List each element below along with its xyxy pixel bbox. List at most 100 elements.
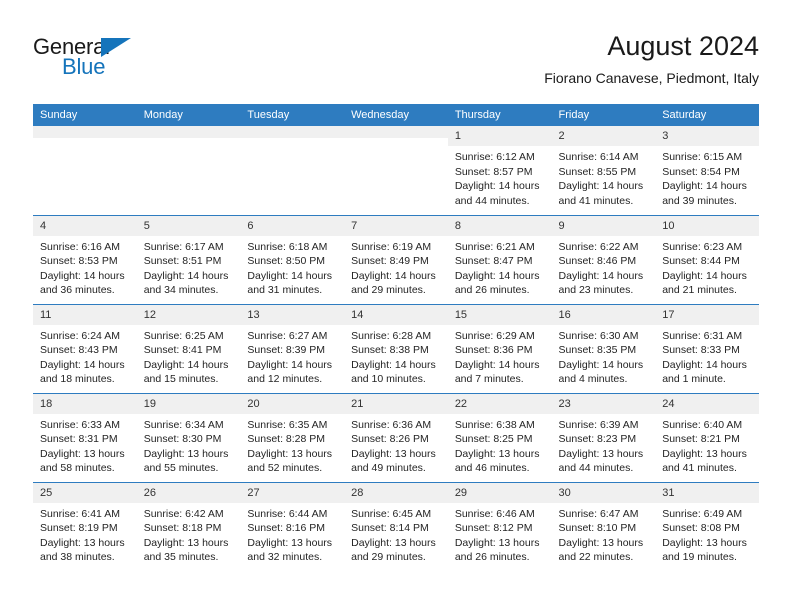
day-number: 22 xyxy=(447,393,552,414)
calendar-day-cell[interactable]: 10 Sunrise: 6:23 AM Sunset: 8:44 PM Dayligh… xyxy=(655,214,759,304)
calendar-day-cell[interactable]: 2 Sunrise: 6:14 AM Sunset: 8:55 PM Daylight… xyxy=(551,126,656,215)
brand-name-blue: Blue xyxy=(62,54,106,79)
sunset-text: Sunset: 8:25 PM xyxy=(454,433,533,445)
day-number: 20 xyxy=(240,393,345,414)
day-details xyxy=(33,138,137,142)
day-number: 9 xyxy=(551,215,656,236)
triangle-icon xyxy=(101,38,131,57)
calendar-day-cell[interactable]: 8 Sunrise: 6:21 AM Sunset: 8:47 PM Daylight… xyxy=(447,214,552,304)
day-details: Sunrise: 6:39 AM Sunset: 8:23 PM Daylight:… xyxy=(552,414,656,476)
daylight-text-line2: and 38 minutes. xyxy=(40,551,115,563)
calendar-day-cell[interactable]: 18 Sunrise: 6:33 AM Sunset: 8:31 PM Dayligh… xyxy=(33,392,137,482)
day-details: Sunrise: 6:17 AM Sunset: 8:51 PM Daylight:… xyxy=(137,236,241,298)
sunrise-text: Sunrise: 6:41 AM xyxy=(40,507,120,520)
daylight-text-line1: Daylight: 13 hours xyxy=(40,447,125,460)
calendar-day-cell[interactable]: 17 Sunrise: 6:31 AM Sunset: 8:33 PM Dayligh… xyxy=(655,303,759,393)
calendar-day-cell[interactable]: 3 Sunrise: 6:15 AM Sunset: 8:54 PM Daylight… xyxy=(655,126,759,215)
day-details: Sunrise: 6:22 AM Sunset: 8:46 PM Daylight:… xyxy=(552,236,656,298)
sunset-text: Sunset: 8:41 PM xyxy=(143,344,222,356)
calendar-week-row: 25 Sunrise: 6:41 AM Sunset: 8:19 PM Dayligh… xyxy=(33,481,759,571)
calendar-day-cell[interactable]: 13 Sunrise: 6:27 AM Sunset: 8:39 PM Dayligh… xyxy=(240,303,345,393)
daylight-text-line2: and 44 minutes. xyxy=(558,462,634,474)
sunset-text: Sunset: 8:39 PM xyxy=(247,344,326,356)
day-details: Sunrise: 6:24 AM Sunset: 8:43 PM Daylight:… xyxy=(33,325,137,387)
calendar-day-cell[interactable]: 16 Sunrise: 6:30 AM Sunset: 8:35 PM Dayligh… xyxy=(551,303,656,393)
day-details: Sunrise: 6:31 AM Sunset: 8:33 PM Daylight:… xyxy=(655,325,759,387)
sunrise-text: Sunrise: 6:29 AM xyxy=(454,329,535,342)
daylight-text-line2: and 21 minutes. xyxy=(662,284,737,296)
calendar-cell-empty xyxy=(33,126,137,215)
daylight-text-line2: and 41 minutes. xyxy=(662,462,737,474)
weekday-header-saturday: Saturday xyxy=(655,104,759,126)
sunrise-text: Sunrise: 6:36 AM xyxy=(351,418,432,431)
day-details: Sunrise: 6:18 AM Sunset: 8:50 PM Daylight:… xyxy=(240,236,344,298)
day-number: 21 xyxy=(344,393,448,414)
sunrise-text: Sunrise: 6:33 AM xyxy=(40,418,120,431)
day-number: 4 xyxy=(33,215,137,236)
calendar-day-cell[interactable]: 9 Sunrise: 6:22 AM Sunset: 8:46 PM Daylight… xyxy=(551,214,656,304)
day-number xyxy=(33,126,137,138)
sunrise-text: Sunrise: 6:27 AM xyxy=(247,329,328,342)
calendar-day-cell[interactable]: 14 Sunrise: 6:28 AM Sunset: 8:38 PM Dayligh… xyxy=(344,303,448,393)
calendar-day-cell[interactable]: 5 Sunrise: 6:17 AM Sunset: 8:51 PM Daylight… xyxy=(136,214,241,304)
day-details: Sunrise: 6:38 AM Sunset: 8:25 PM Daylight:… xyxy=(448,414,552,476)
calendar-week-row: 18 Sunrise: 6:33 AM Sunset: 8:31 PM Dayligh… xyxy=(33,392,759,482)
day-number: 11 xyxy=(33,304,137,325)
daylight-text-line2: and 34 minutes. xyxy=(143,284,219,296)
daylight-text-line2: and 35 minutes. xyxy=(143,551,219,563)
calendar-day-cell[interactable]: 23 Sunrise: 6:39 AM Sunset: 8:23 PM Dayligh… xyxy=(551,392,656,482)
calendar-day-cell[interactable]: 29 Sunrise: 6:46 AM Sunset: 8:12 PM Dayligh… xyxy=(447,481,552,571)
daylight-text-line1: Daylight: 13 hours xyxy=(558,447,644,460)
calendar-day-cell[interactable]: 25 Sunrise: 6:41 AM Sunset: 8:19 PM Dayligh… xyxy=(33,481,137,571)
sunrise-text: Sunrise: 6:30 AM xyxy=(558,329,639,342)
daylight-text-line2: and 46 minutes. xyxy=(454,462,530,474)
sunset-text: Sunset: 8:43 PM xyxy=(40,344,118,356)
calendar-day-cell[interactable]: 4 Sunrise: 6:16 AM Sunset: 8:53 PM Daylight… xyxy=(33,214,137,304)
brand-logo[interactable]: General Blue xyxy=(33,34,233,86)
sunrise-text: Sunrise: 6:16 AM xyxy=(40,240,120,253)
day-number: 12 xyxy=(136,304,241,325)
calendar-day-cell[interactable]: 26 Sunrise: 6:42 AM Sunset: 8:18 PM Dayligh… xyxy=(136,481,241,571)
daylight-text-line2: and 52 minutes. xyxy=(247,462,323,474)
calendar-day-cell[interactable]: 27 Sunrise: 6:44 AM Sunset: 8:16 PM Dayligh… xyxy=(240,481,345,571)
day-number: 2 xyxy=(551,126,656,146)
daylight-text-line2: and 58 minutes. xyxy=(40,462,115,474)
weekday-header-friday: Friday xyxy=(551,104,656,126)
calendar-header: Sunday Monday Tuesday Wednesday Thursday… xyxy=(33,104,759,126)
calendar-day-cell[interactable]: 1 Sunrise: 6:12 AM Sunset: 8:57 PM Daylight… xyxy=(447,126,552,215)
calendar-day-cell[interactable]: 22 Sunrise: 6:38 AM Sunset: 8:25 PM Dayligh… xyxy=(447,392,552,482)
calendar-day-cell[interactable]: 15 Sunrise: 6:29 AM Sunset: 8:36 PM Dayligh… xyxy=(447,303,552,393)
day-details: Sunrise: 6:40 AM Sunset: 8:21 PM Daylight:… xyxy=(655,414,759,476)
calendar-day-cell[interactable]: 7 Sunrise: 6:19 AM Sunset: 8:49 PM Daylight… xyxy=(344,214,448,304)
sunrise-text: Sunrise: 6:49 AM xyxy=(662,507,743,520)
day-details: Sunrise: 6:16 AM Sunset: 8:53 PM Daylight:… xyxy=(33,236,137,298)
calendar-day-cell[interactable]: 30 Sunrise: 6:47 AM Sunset: 8:10 PM Dayligh… xyxy=(551,481,656,571)
sunset-text: Sunset: 8:18 PM xyxy=(143,522,222,534)
calendar-day-cell[interactable]: 21 Sunrise: 6:36 AM Sunset: 8:26 PM Dayligh… xyxy=(344,392,448,482)
calendar-day-cell[interactable]: 31 Sunrise: 6:49 AM Sunset: 8:08 PM Dayligh… xyxy=(655,481,759,571)
day-details: Sunrise: 6:34 AM Sunset: 8:30 PM Daylight:… xyxy=(137,414,241,476)
daylight-text-line1: Daylight: 14 hours xyxy=(662,269,747,282)
day-number: 24 xyxy=(655,393,759,414)
day-number: 23 xyxy=(551,393,656,414)
daylight-text-line1: Daylight: 14 hours xyxy=(247,269,333,282)
sunset-text: Sunset: 8:12 PM xyxy=(454,522,533,534)
day-details: Sunrise: 6:41 AM Sunset: 8:19 PM Daylight:… xyxy=(33,503,137,565)
page-header: General Blue August 2024 Fiorano Canaves… xyxy=(33,30,759,98)
daylight-text-line1: Daylight: 14 hours xyxy=(558,358,644,371)
day-number: 17 xyxy=(655,304,759,325)
calendar-day-cell[interactable]: 20 Sunrise: 6:35 AM Sunset: 8:28 PM Dayligh… xyxy=(240,392,345,482)
sunrise-text: Sunrise: 6:45 AM xyxy=(351,507,432,520)
calendar-day-cell[interactable]: 28 Sunrise: 6:45 AM Sunset: 8:14 PM Dayligh… xyxy=(344,481,448,571)
calendar-day-cell[interactable]: 11 Sunrise: 6:24 AM Sunset: 8:43 PM Dayligh… xyxy=(33,303,137,393)
daylight-text-line1: Daylight: 14 hours xyxy=(558,269,644,282)
daylight-text-line1: Daylight: 13 hours xyxy=(143,536,229,549)
calendar-day-cell[interactable]: 24 Sunrise: 6:40 AM Sunset: 8:21 PM Dayligh… xyxy=(655,392,759,482)
daylight-text-line2: and 32 minutes. xyxy=(247,551,323,563)
sunset-text: Sunset: 8:28 PM xyxy=(247,433,326,445)
calendar-day-cell[interactable]: 12 Sunrise: 6:25 AM Sunset: 8:41 PM Dayligh… xyxy=(136,303,241,393)
daylight-text-line2: and 26 minutes. xyxy=(454,284,530,296)
daylight-text-line1: Daylight: 14 hours xyxy=(454,269,540,282)
calendar-day-cell[interactable]: 6 Sunrise: 6:18 AM Sunset: 8:50 PM Daylight… xyxy=(240,214,345,304)
calendar-day-cell[interactable]: 19 Sunrise: 6:34 AM Sunset: 8:30 PM Dayligh… xyxy=(136,392,241,482)
